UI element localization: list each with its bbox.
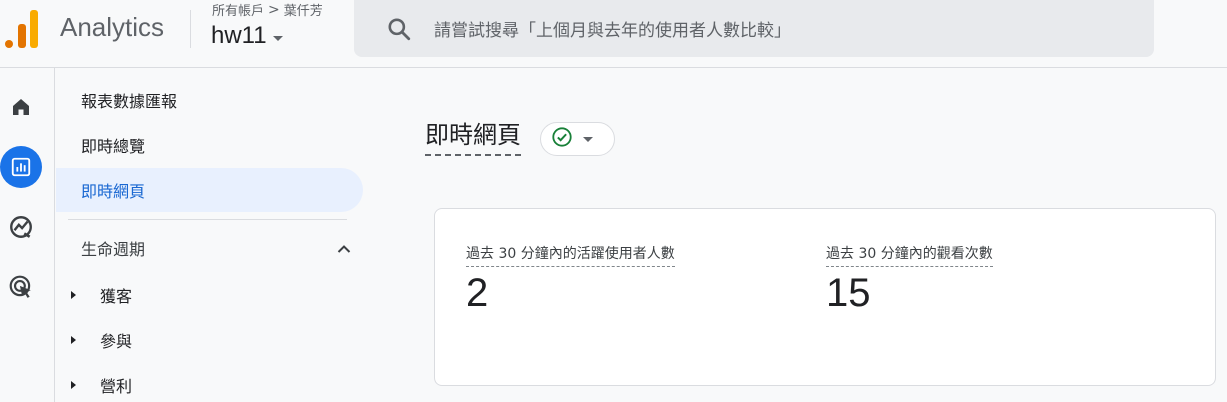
top-bar: Analytics 所有帳戶 > 葉仟芳 hw11 請嘗試搜尋「上個月與去年的使… — [0, 0, 1227, 68]
sidebar-item-reports-snapshot[interactable]: 報表數據匯報 — [56, 78, 363, 122]
active-users-metric: 過去 30 分鐘內的活躍使用者人數 2 — [466, 243, 675, 316]
expand-arrow-icon — [71, 291, 76, 299]
metric-label[interactable]: 過去 30 分鐘內的活躍使用者人數 — [466, 243, 675, 267]
breadcrumb[interactable]: 所有帳戶 > 葉仟芳 — [212, 0, 323, 20]
sub-item-label: 營利 — [100, 377, 133, 396]
breadcrumb-all-accounts[interactable]: 所有帳戶 — [212, 0, 264, 19]
page-title: 即時網頁 — [425, 120, 521, 156]
chevron-up-icon[interactable] — [337, 239, 351, 258]
sidebar: 報表數據匯報 即時總覽 即時網頁 生命週期 獲客 參與 營利 — [56, 68, 376, 402]
sub-item-label: 獲客 — [100, 287, 133, 306]
sidebar-item-engagement[interactable]: 參與 — [71, 328, 132, 352]
search-bar[interactable]: 請嘗試搜尋「上個月與去年的使用者人數比較」 — [354, 0, 1154, 57]
sidebar-item-monetization[interactable]: 營利 — [71, 373, 132, 397]
sidebar-item-acquisition[interactable]: 獲客 — [71, 283, 132, 307]
status-chip[interactable] — [540, 122, 615, 156]
property-name: hw11 — [211, 22, 267, 49]
sidebar-section-lifecycle[interactable]: 生命週期 — [81, 236, 351, 260]
expand-arrow-icon — [71, 381, 76, 389]
app-name: Analytics — [60, 12, 165, 42]
check-circle-icon — [551, 126, 573, 152]
sidebar-item-realtime-pages[interactable]: 即時網頁 — [56, 168, 363, 212]
search-input[interactable]: 請嘗試搜尋「上個月與去年的使用者人數比較」 — [434, 16, 791, 41]
reports-icon[interactable] — [0, 146, 42, 188]
sidebar-item-realtime-overview[interactable]: 即時總覽 — [56, 123, 363, 167]
explore-icon[interactable] — [0, 206, 42, 248]
section-label: 生命週期 — [81, 240, 146, 259]
advertising-icon[interactable] — [0, 266, 42, 308]
metric-label[interactable]: 過去 30 分鐘內的觀看次數 — [826, 243, 993, 267]
home-icon[interactable] — [0, 86, 42, 128]
metric-value: 15 — [826, 271, 871, 315]
sub-item-label: 參與 — [100, 332, 133, 351]
nav-rail — [0, 68, 55, 402]
property-selector[interactable]: hw11 — [211, 22, 283, 50]
header-divider — [190, 10, 191, 48]
metric-value: 2 — [466, 271, 489, 315]
caret-down-icon — [272, 35, 283, 41]
caret-down-icon — [583, 136, 593, 142]
views-metric: 過去 30 分鐘內的觀看次數 15 — [826, 243, 993, 316]
realtime-card: 過去 30 分鐘內的活躍使用者人數 2 過去 30 分鐘內的觀看次數 15 — [434, 208, 1216, 386]
expand-arrow-icon — [71, 336, 76, 344]
analytics-logo-icon[interactable] — [4, 8, 40, 48]
chevron-right-icon: > — [268, 1, 280, 18]
search-icon — [386, 16, 412, 42]
sidebar-divider — [68, 219, 347, 220]
breadcrumb-account[interactable]: 葉仟芳 — [284, 0, 323, 19]
